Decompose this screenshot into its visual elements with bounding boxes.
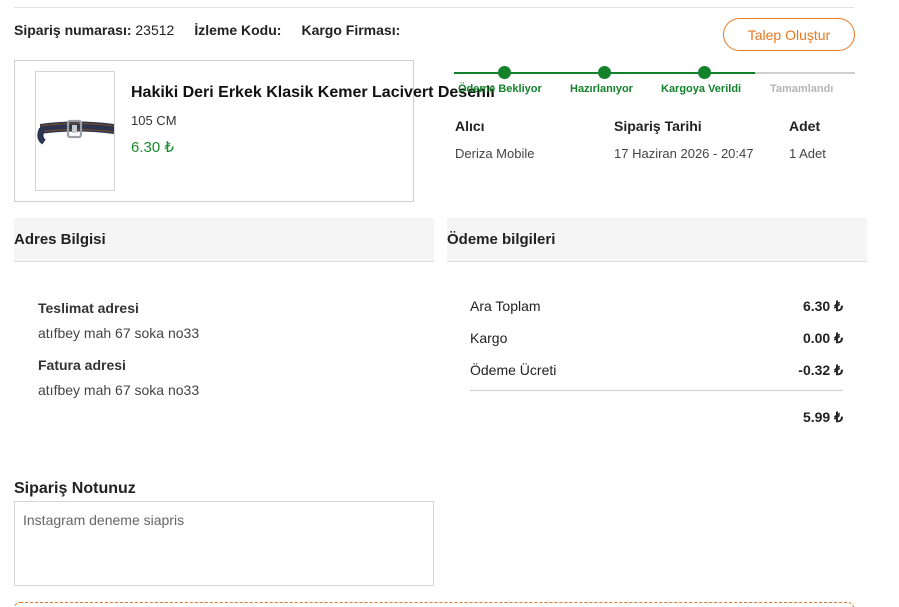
address-panel-header: Adres Bilgisi <box>14 218 434 262</box>
total-row: 5.99 ₺ <box>470 409 843 426</box>
order-status-stepper: Ödeme Bekliyor Hazırlanıyor Kargoya Veri… <box>454 60 855 100</box>
total-value: 5.99 ₺ <box>802 409 843 425</box>
belt-image <box>37 119 115 145</box>
payment-fee-value: -0.32 ₺ <box>798 362 843 378</box>
recipient-label: Alıcı <box>455 118 485 134</box>
payment-divider <box>470 390 843 391</box>
order-number: Sipariş numarası: 23512 <box>14 22 174 38</box>
carrier-label: Kargo Firması: <box>301 22 401 38</box>
order-note-field[interactable]: Instagram deneme siapris <box>14 501 434 586</box>
stepper-remaining-line <box>755 72 855 74</box>
step-label-4: Tamamlandı <box>770 83 834 95</box>
shipping-label: Kargo <box>470 330 508 346</box>
step-label-2: Hazırlanıyor <box>570 83 633 95</box>
invoice-address-value: atıfbey mah 67 soka no33 <box>38 382 200 398</box>
step-label-1: Ödeme Bekliyor <box>458 83 542 95</box>
top-divider <box>14 7 854 8</box>
quantity-label: Adet <box>789 118 821 134</box>
product-image[interactable] <box>35 71 115 191</box>
tracking-code: İzleme Kodu: <box>194 22 281 38</box>
order-note-heading: Sipariş Notunuz <box>14 480 136 497</box>
step-dot-1 <box>498 66 511 79</box>
create-request-button[interactable]: Talep Oluştur <box>723 18 855 51</box>
subtotal-label: Ara Toplam <box>470 298 541 314</box>
order-meta: Sipariş numarası: 23512 İzleme Kodu: Kar… <box>14 22 420 38</box>
product-card: Hakiki Deri Erkek Klasik Kemer Lacivert … <box>14 60 495 202</box>
delivery-address-label: Teslimat adresi <box>38 300 139 316</box>
order-date-info: Sipariş Tarihi 17 Haziran 2026 - 20:47 <box>614 118 754 164</box>
payment-panel-header: Ödeme bilgileri <box>447 218 867 262</box>
subtotal-value: 6.30 ₺ <box>802 298 843 314</box>
subtotal-row: Ara Toplam 6.30 ₺ <box>470 298 843 315</box>
shipping-row: Kargo 0.00 ₺ <box>470 330 843 347</box>
dashed-section-box <box>14 602 854 607</box>
quantity-value: 1 Adet <box>789 146 826 161</box>
payment-fee-row: Ödeme Ücreti -0.32 ₺ <box>470 362 843 379</box>
delivery-address-value: atıfbey mah 67 soka no33 <box>38 325 200 341</box>
quantity-info: Adet 1 Adet <box>789 118 859 164</box>
shipping-value: 0.00 ₺ <box>802 330 843 346</box>
product-price: 6.30 ₺ <box>131 139 174 156</box>
recipient-value: Deriza Mobile <box>455 146 535 161</box>
recipient-info: Alıcı Deriza Mobile <box>455 118 595 164</box>
invoice-address-label: Fatura adresi <box>38 357 126 373</box>
order-number-value: 23512 <box>135 22 175 38</box>
tracking-code-label: İzleme Kodu: <box>194 22 282 38</box>
step-dot-2 <box>598 66 611 79</box>
product-title[interactable]: Hakiki Deri Erkek Klasik Kemer Lacivert … <box>131 84 495 102</box>
product-variant: 105 CM <box>131 113 177 128</box>
order-date-value: 17 Haziran 2026 - 20:47 <box>614 146 754 161</box>
payment-fee-label: Ödeme Ücreti <box>470 362 557 378</box>
order-number-label: Sipariş numarası: <box>14 22 132 38</box>
order-date-label: Sipariş Tarihi <box>614 118 702 134</box>
step-dot-3 <box>698 66 711 79</box>
carrier: Kargo Firması: <box>301 22 400 38</box>
step-label-3: Kargoya Verildi <box>661 83 742 95</box>
